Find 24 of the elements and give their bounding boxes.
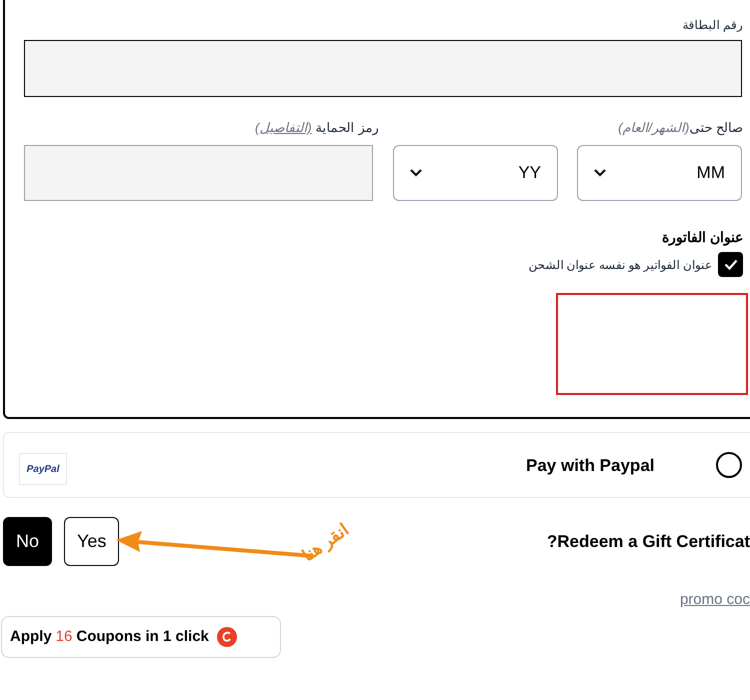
gift-certificate-question: ?Redeem a Gift Certificat <box>546 531 750 553</box>
card-number-label: رقم البطاقة <box>682 17 743 34</box>
format-hint: (الشهر/العام) <box>618 119 690 138</box>
card-number-field[interactable] <box>24 40 742 97</box>
option-button[interactable]: Yes <box>64 517 120 566</box>
expiry-label: صالح حتى <box>689 119 743 138</box>
year-select[interactable]: YY <box>393 145 558 201</box>
promo-code-link[interactable]: promo coc <box>680 589 750 612</box>
details-link[interactable]: (التفاصيل) <box>255 118 312 138</box>
apply-coupons-button[interactable]: Apply 16 Coupons in 1 click <box>1 616 281 658</box>
month-select[interactable]: MM <box>577 145 742 201</box>
coupon-logo-icon <box>216 627 237 647</box>
check-icon <box>724 259 738 270</box>
chevron-down-icon <box>594 169 606 177</box>
paypal-logo: PayPal <box>19 453 67 485</box>
security-code-field[interactable] <box>24 145 373 201</box>
chevron-down-icon <box>410 169 422 177</box>
radio-button[interactable] <box>716 452 742 478</box>
checkbox[interactable] <box>718 252 743 277</box>
billing-title: عنوان الفاتورة <box>662 228 743 248</box>
paypal-label: Pay with Paypal <box>526 455 654 477</box>
security-code-label: رمز الحماية <box>316 119 378 138</box>
option-button[interactable]: No <box>3 517 52 566</box>
checkbox-label: عنوان الفواتير هو نفسه عنوان الشحن <box>528 256 712 274</box>
